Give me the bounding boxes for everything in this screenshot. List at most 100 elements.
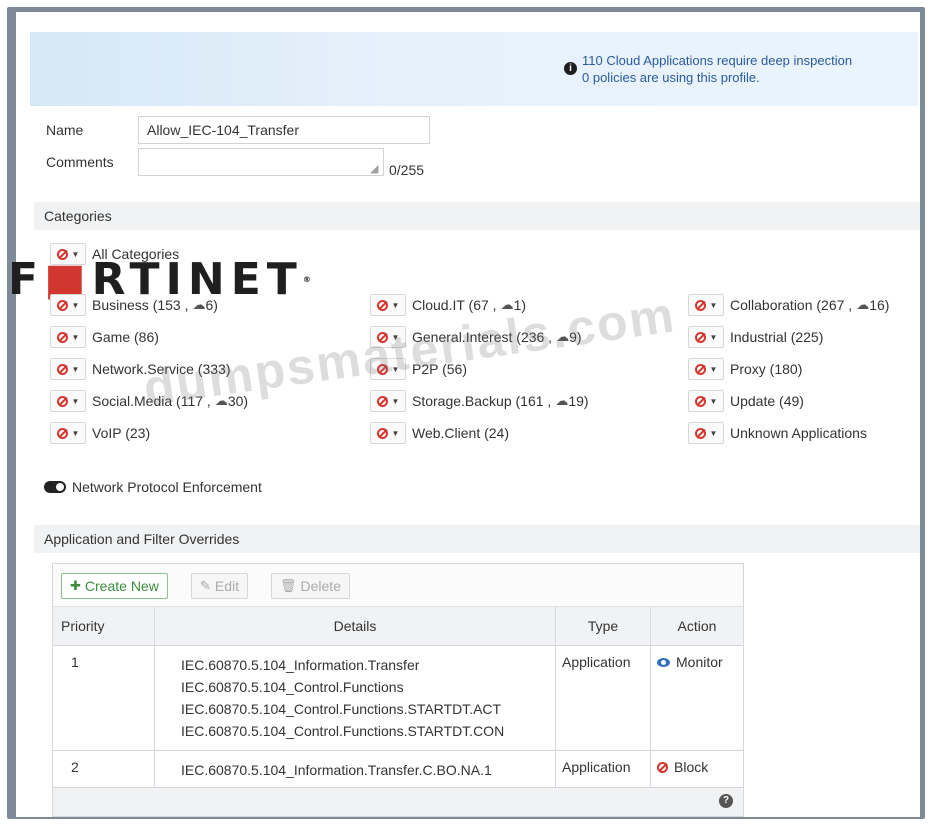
- block-icon: [56, 363, 68, 375]
- table-row[interactable]: 1 IEC.60870.5.104_Information.Transfer I…: [53, 645, 743, 751]
- caret-down-icon: ▼: [709, 428, 718, 438]
- category-label: Game (86): [92, 329, 159, 345]
- block-icon: [694, 427, 706, 439]
- caret-down-icon: ▼: [709, 364, 718, 374]
- caret-down-icon: ▼: [71, 332, 80, 342]
- category-cloud-count: 16): [869, 297, 890, 313]
- caret-down-icon: ▼: [709, 332, 718, 342]
- action-cell: Block: [650, 750, 743, 790]
- category-action-dropdown[interactable]: ▼: [50, 294, 86, 316]
- category-action-dropdown[interactable]: ▼: [688, 294, 724, 316]
- info-icon: i: [564, 62, 577, 75]
- comments-label: Comments: [46, 154, 114, 170]
- categories-header: Categories: [34, 202, 920, 230]
- overrides-header: Application and Filter Overrides: [34, 525, 920, 553]
- column-header-action[interactable]: Action: [650, 607, 743, 646]
- category-label: Update (49): [730, 393, 804, 409]
- category-proxy[interactable]: ▼ Proxy (180): [688, 357, 802, 381]
- category-label: Industrial (225): [730, 329, 824, 345]
- category-action-dropdown[interactable]: ▼: [50, 326, 86, 348]
- category-game[interactable]: ▼ Game (86): [50, 325, 159, 349]
- info-banner: i 110 Cloud Applications require deep in…: [30, 32, 918, 106]
- column-header-priority[interactable]: Priority: [53, 607, 155, 646]
- caret-down-icon: ▼: [391, 396, 400, 406]
- action-label: Block: [674, 759, 709, 775]
- edit-label: Edit: [214, 578, 240, 594]
- type-cell: Application: [555, 750, 651, 790]
- category-label: Collaboration (267 ,: [730, 297, 853, 313]
- detail-entry: IEC.60870.5.104_Control.Functions: [181, 679, 404, 695]
- eye-icon: [657, 657, 670, 667]
- category-action-dropdown[interactable]: ▼: [370, 390, 406, 412]
- category-label: VoIP (23): [92, 425, 151, 441]
- category-label: Storage.Backup (161 ,: [412, 393, 552, 409]
- category-action-dropdown[interactable]: ▼: [688, 422, 724, 444]
- category-unknown-applications[interactable]: ▼ Unknown Applications: [688, 421, 867, 445]
- cloud-icon: ☁: [856, 297, 870, 312]
- category-action-dropdown[interactable]: ▼: [370, 422, 406, 444]
- block-icon: [56, 299, 68, 311]
- cloud-icon: ☁: [192, 297, 206, 312]
- caret-down-icon: ▼: [71, 300, 80, 310]
- overrides-table: Priority Details Type Action 1 IEC.60870…: [53, 607, 743, 790]
- overrides-table-container: ✚ Create New ✎ Edit 🗑 Delete Priority De…: [52, 563, 744, 817]
- priority-cell: 2: [53, 750, 155, 790]
- block-icon: [694, 363, 706, 375]
- category-action-dropdown[interactable]: ▼: [370, 294, 406, 316]
- resize-handle-icon[interactable]: ◢: [370, 162, 378, 175]
- caret-down-icon: ▼: [709, 396, 718, 406]
- block-icon: [376, 395, 388, 407]
- create-new-button[interactable]: ✚ Create New: [61, 573, 168, 599]
- block-icon: [657, 761, 668, 773]
- category-action-dropdown[interactable]: ▼: [688, 390, 724, 412]
- detail-entry: IEC.60870.5.104_Control.Functions.STARTD…: [181, 701, 502, 717]
- category-action-dropdown[interactable]: ▼: [688, 358, 724, 380]
- edit-button[interactable]: ✎ Edit: [191, 573, 249, 599]
- category-action-dropdown[interactable]: ▼: [688, 326, 724, 348]
- category-update[interactable]: ▼ Update (49): [688, 389, 804, 413]
- plus-icon: ✚: [70, 578, 81, 593]
- block-icon: [694, 395, 706, 407]
- banner-line-policies[interactable]: 0 policies are using this profile.: [582, 69, 852, 86]
- type-cell: Application: [555, 645, 651, 751]
- category-action-dropdown[interactable]: ▼: [50, 358, 86, 380]
- block-icon: [376, 427, 388, 439]
- caret-down-icon: ▼: [71, 396, 80, 406]
- category-action-dropdown[interactable]: ▼: [50, 422, 86, 444]
- caret-down-icon: ▼: [71, 364, 80, 374]
- table-row[interactable]: 2 IEC.60870.5.104_Information.Transfer.C…: [53, 750, 743, 790]
- category-action-dropdown[interactable]: ▼: [50, 390, 86, 412]
- name-input[interactable]: Allow_IEC-104_Transfer: [138, 116, 430, 144]
- block-icon: [56, 331, 68, 343]
- category-voip[interactable]: ▼ VoIP (23): [50, 421, 150, 445]
- comments-textarea[interactable]: [138, 148, 384, 176]
- category-label: Business (153 ,: [92, 297, 189, 313]
- category-cloud-count: 6): [205, 297, 218, 313]
- action-cell: Monitor: [650, 645, 743, 751]
- protocol-enforcement-label: Network Protocol Enforcement: [72, 479, 262, 495]
- priority-cell: 1: [53, 645, 155, 751]
- category-collaboration[interactable]: ▼ Collaboration (267 , ☁ 16): [688, 293, 889, 317]
- name-label: Name: [46, 122, 84, 138]
- column-header-details[interactable]: Details: [154, 607, 556, 646]
- delete-label: Delete: [300, 578, 341, 594]
- detail-entry: IEC.60870.5.104_Information.Transfer.C.B…: [181, 762, 492, 778]
- block-icon: [694, 331, 706, 343]
- help-icon[interactable]: ?: [719, 794, 733, 808]
- protocol-enforcement-toggle[interactable]: [44, 481, 66, 493]
- category-industrial[interactable]: ▼ Industrial (225): [688, 325, 823, 349]
- column-header-type[interactable]: Type: [555, 607, 651, 646]
- block-icon: [56, 395, 68, 407]
- comments-counter: 0/255: [389, 162, 425, 178]
- details-cell: IEC.60870.5.104_Information.Transfer.C.B…: [154, 750, 556, 790]
- cloud-icon: ☁: [555, 393, 569, 408]
- category-web-client[interactable]: ▼ Web.Client (24): [370, 421, 509, 445]
- banner-line-cloud-apps[interactable]: 110 Cloud Applications require deep insp…: [582, 52, 852, 69]
- details-cell: IEC.60870.5.104_Information.Transfer IEC…: [154, 645, 556, 751]
- create-new-label: Create New: [84, 578, 159, 594]
- category-storage-backup[interactable]: ▼ Storage.Backup (161 , ☁ 19): [370, 389, 589, 413]
- delete-button[interactable]: 🗑 Delete: [271, 573, 350, 599]
- category-business[interactable]: ▼ Business (153 , ☁ 6): [50, 293, 218, 317]
- trash-icon: 🗑: [280, 578, 297, 593]
- action-label: Monitor: [676, 654, 723, 670]
